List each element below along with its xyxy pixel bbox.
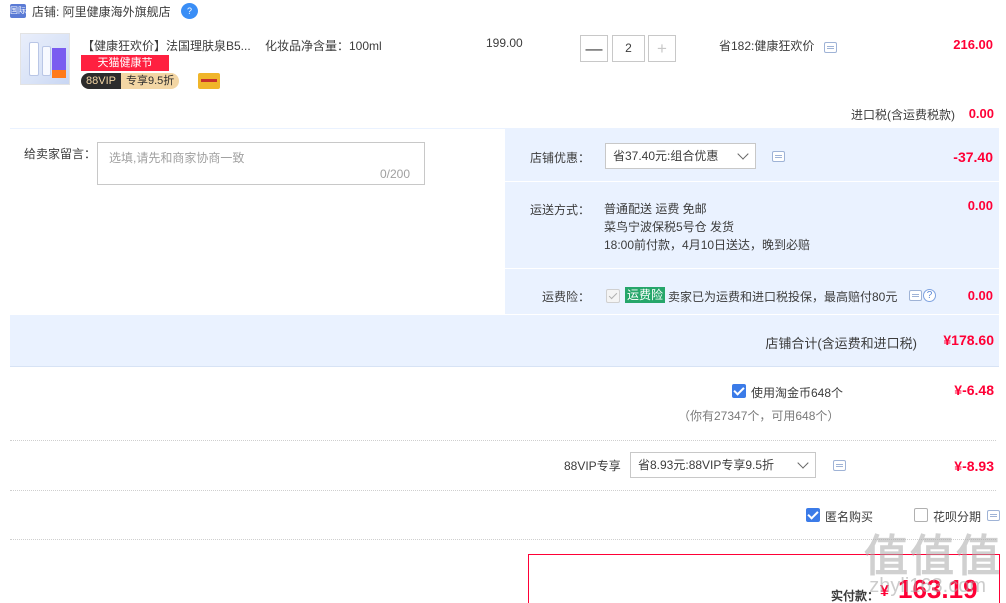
vip-discount-selected: 省8.93元:88VIP专享9.5折 [638,458,775,472]
vip-tag-left: 88VIP [81,73,121,89]
message-icon[interactable] [909,290,922,301]
shop-discount-select[interactable]: 省37.40元:组合优惠 [605,143,756,169]
seller-memo-count: 0/200 [380,167,411,181]
anonymous-checkbox[interactable] [806,508,820,522]
vip-discount-label: 88VIP专享 [564,459,621,473]
shop-discount-label: 店铺优惠： [530,151,591,165]
message-icon[interactable] [772,151,785,162]
credit-card-icon [198,73,220,89]
vip-tag-right: 专享9.5折 [120,73,180,89]
shop-global-tag: 国际 [10,4,26,18]
chevron-down-icon [737,148,749,160]
shipping-method: 普通配送 运费 免邮 [604,202,707,216]
shop-discount-value: -37.40 [953,149,993,165]
product-badge-image [52,70,66,78]
import-tax-value: 0.00 [968,106,994,121]
product-spec: 化妆品净含量：100ml [265,39,382,53]
message-icon[interactable] [824,42,837,53]
insurance-value: 0.00 [967,288,993,303]
coins-value: ¥-6.48 [954,382,994,398]
item-save-text: 省182:健康狂欢价 [719,39,815,53]
shipping-warehouse: 菜鸟宁波保税5号仓 发货 [604,220,735,234]
insurance-label: 运费险： [542,290,591,304]
insurance-tag: 运费险 [625,287,666,303]
shipping-value: 0.00 [967,198,993,213]
product-tube-image [42,46,51,76]
unit-price: 199.00 [486,36,523,50]
divider [10,539,996,540]
divider [10,490,996,491]
message-icon[interactable] [833,460,846,471]
chat-bubble-icon[interactable]: ? [181,3,198,19]
coins-balance: （你有27347个，可用648个） [678,409,840,423]
shop-subtotal-value: ¥178.60 [943,332,994,348]
chevron-down-icon [797,457,809,469]
product-title[interactable]: 【健康狂欢价】法国理肤泉B5... [82,37,251,54]
divider [10,366,999,367]
import-tax-label: 进口税(含运费税款) [851,108,955,122]
seller-memo-label: 给卖家留言： [24,147,97,161]
shop-subtotal-label: 店铺合计(含运费和进口税) [765,336,917,351]
use-coins-label[interactable]: 使用淘金币648个 [751,384,843,401]
use-coins-checkbox[interactable] [732,384,746,398]
quantity-decrease-button[interactable]: — [580,35,608,62]
help-icon[interactable]: ? [923,289,936,302]
quantity-increase-button[interactable]: + [648,35,676,62]
vip-discount-tag: 88VIP 专享9.5折 [81,73,180,89]
shipping-label: 运送方式： [530,203,591,217]
shipping-eta: 18:00前付款，4月10日送达，晚到必赔 [604,238,811,252]
shop-discount-selected: 省37.40元:组合优惠 [613,149,719,163]
vip-discount-select[interactable]: 省8.93元:88VIP专享9.5折 [630,452,816,478]
product-badge-image [52,48,66,70]
watermark-url: zhyli163.com [869,575,986,597]
item-total: 216.00 [953,37,993,52]
quantity-input[interactable]: 2 [612,35,645,62]
shop-name[interactable]: 店铺: 阿里健康海外旗舰店 [32,3,171,20]
product-thumbnail[interactable] [20,33,70,85]
vip-discount-value: ¥-8.93 [954,458,994,474]
panel-separator [505,268,999,269]
insurance-checkbox [606,289,620,303]
panel-separator [505,181,999,182]
divider [10,440,996,441]
promo-badge: 天猫健康节 [81,55,169,71]
product-tube-image [29,42,39,76]
seller-memo-placeholder: 选填,请先和商家协商一致 [109,151,245,165]
insurance-text: 卖家已为运费和进口税投保，最高赔付80元 [668,290,898,304]
